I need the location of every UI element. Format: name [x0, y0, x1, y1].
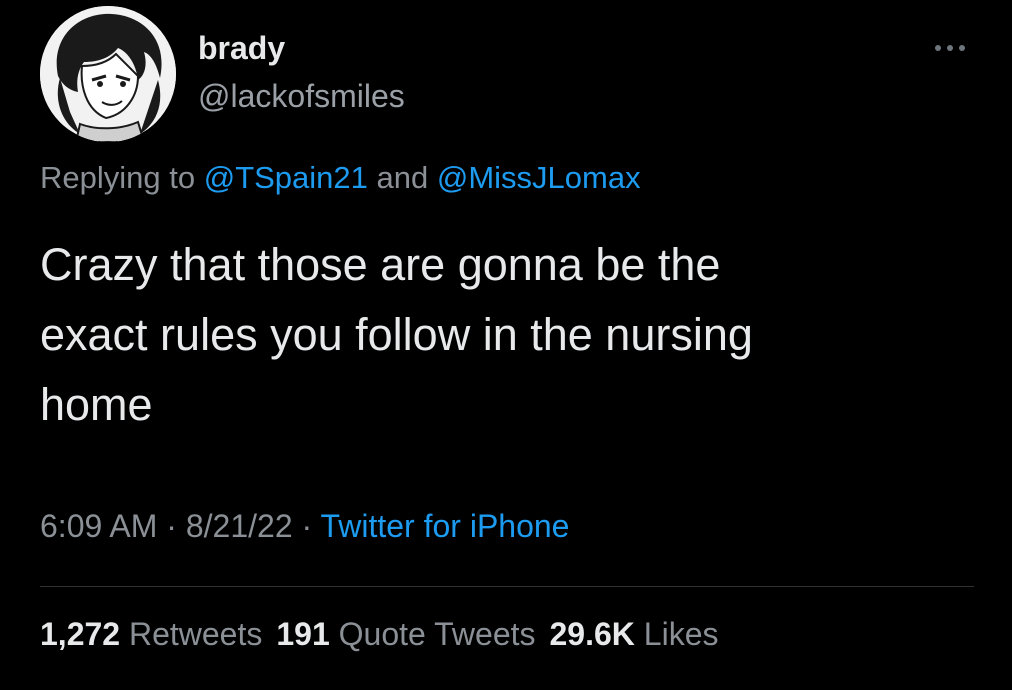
engagement-stats: 1,272 Retweets 191 Quote Tweets 29.6K Like… [40, 616, 718, 653]
tweet-detail: brady @lackofsmiles Replying to @TSpain2… [0, 0, 1012, 690]
divider [40, 586, 974, 587]
meta-separator: · [157, 508, 186, 544]
likes-count: 29.6K [549, 616, 635, 652]
mention-link-tspain21[interactable]: @TSpain21 [204, 160, 368, 195]
user-handle[interactable]: @lackofsmiles [198, 78, 405, 115]
tweet-source-link[interactable]: Twitter for iPhone [320, 508, 569, 544]
anime-character-avatar-icon [40, 6, 176, 142]
replying-to-label: Replying to [40, 160, 204, 195]
retweets-label: Retweets [120, 616, 263, 652]
mention-link-missjlomax[interactable]: @MissJLomax [437, 160, 641, 195]
display-name[interactable]: brady [198, 30, 285, 67]
retweets-stat[interactable]: 1,272 Retweets [40, 616, 262, 652]
tweet-date[interactable]: 8/21/22 [186, 508, 293, 544]
replying-connector: and [367, 160, 437, 195]
tweet-time[interactable]: 6:09 AM [40, 508, 157, 544]
quote-tweets-label: Quote Tweets [329, 616, 536, 652]
tweet-metadata: 6:09 AM · 8/21/22 · Twitter for iPhone [40, 508, 569, 545]
quote-tweets-stat[interactable]: 191 Quote Tweets [276, 616, 535, 652]
quote-tweets-count: 191 [276, 616, 330, 652]
meta-separator: · [292, 508, 321, 544]
avatar[interactable] [40, 6, 176, 142]
more-options-icon[interactable] [930, 36, 970, 60]
replying-to-line: Replying to @TSpain21 and @MissJLomax [40, 160, 641, 196]
likes-label: Likes [634, 616, 719, 652]
tweet-text: Crazy that those are gonna be the exact … [40, 239, 753, 430]
retweets-count: 1,272 [40, 616, 121, 652]
likes-stat[interactable]: 29.6K Likes [550, 616, 719, 652]
